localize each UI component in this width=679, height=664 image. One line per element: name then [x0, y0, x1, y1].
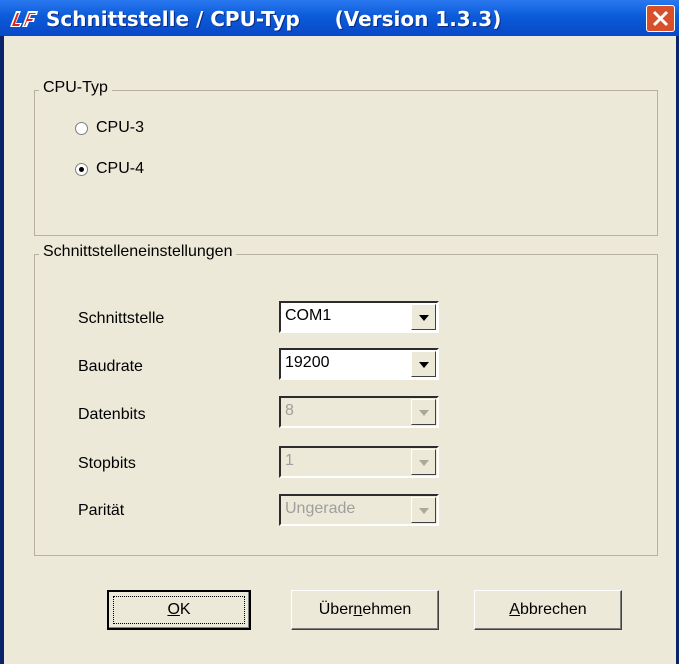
radio-cpu-3[interactable]: CPU-3 [75, 119, 195, 141]
paritaet-select: Ungerade [279, 494, 439, 526]
datenbits-value: 8 [285, 402, 294, 419]
stopbits-select: 1 [279, 446, 439, 478]
close-button[interactable] [646, 5, 675, 32]
baudrate-dropdown-button[interactable] [411, 351, 436, 377]
chevron-down-icon [419, 315, 429, 321]
schnittstelle-dropdown-button[interactable] [411, 304, 436, 330]
datenbits-dropdown-button [411, 399, 436, 425]
radio-circle-cpu-3[interactable] [75, 122, 88, 135]
schnittstelle-select[interactable]: COM1 [279, 301, 439, 333]
paritaet-value: Ungerade [285, 500, 356, 517]
stopbits-dropdown-button [411, 449, 436, 475]
chevron-down-icon [419, 460, 429, 466]
label-paritaet: Parität [78, 502, 125, 519]
radio-label-cpu-4[interactable]: CPU-4 [96, 160, 144, 178]
dialog-window: Schnittstelle / CPU-Typ (Version 1.3.3) … [0, 0, 679, 664]
radio-label-cpu-3[interactable]: CPU-3 [96, 119, 144, 137]
cancel-button-label: Abbrechen [509, 601, 587, 618]
apply-button-label: Übernehmen [318, 601, 412, 618]
ok-button[interactable]: OK [107, 590, 251, 630]
datenbits-select: 8 [279, 396, 439, 428]
chevron-down-icon [419, 362, 429, 368]
chevron-down-icon [419, 410, 429, 416]
baudrate-select[interactable]: 19200 [279, 348, 439, 380]
ok-button-label: OK [167, 601, 191, 618]
apply-button[interactable]: Übernehmen [291, 590, 439, 630]
baudrate-value: 19200 [285, 354, 330, 371]
cpu-type-group-legend: CPU-Typ [39, 79, 112, 97]
label-baudrate: Baudrate [78, 358, 143, 375]
radio-circle-cpu-4[interactable] [75, 163, 88, 176]
radio-cpu-4[interactable]: CPU-4 [75, 160, 195, 182]
label-stopbits: Stopbits [78, 455, 136, 472]
interface-settings-group-legend: Schnittstelleneinstellungen [39, 243, 237, 261]
dialog-body: CPU-Typ CPU-3 CPU-4 Schnittstelleneinste… [4, 36, 676, 664]
paritaet-dropdown-button [411, 497, 436, 523]
label-datenbits: Datenbits [78, 406, 146, 423]
close-icon [652, 10, 669, 27]
schnittstelle-value: COM1 [285, 307, 332, 324]
window-title: Schnittstelle / CPU-Typ (Version 1.3.3) [46, 7, 502, 31]
label-schnittstelle: Schnittstelle [78, 310, 165, 327]
chevron-down-icon [419, 508, 429, 514]
cancel-button[interactable]: Abbrechen [474, 590, 622, 630]
title-bar[interactable]: Schnittstelle / CPU-Typ (Version 1.3.3) [0, 0, 679, 36]
app-logo-icon [10, 11, 38, 27]
stopbits-value: 1 [285, 452, 294, 469]
radio-selected-dot [79, 167, 84, 172]
